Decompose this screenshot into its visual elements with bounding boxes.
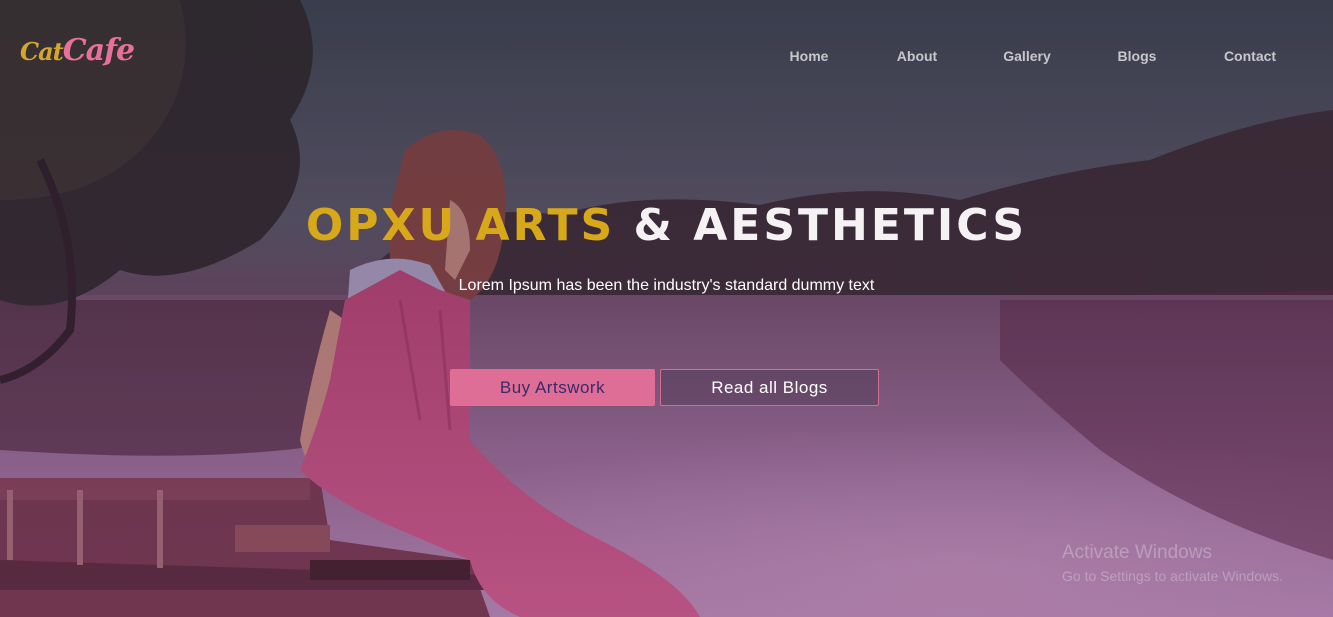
- nav-link-gallery[interactable]: Gallery: [995, 48, 1059, 64]
- activate-windows-watermark: Activate Windows Go to Settings to activ…: [1062, 542, 1283, 584]
- main-nav: Home About Gallery Blogs Contact: [779, 48, 1285, 64]
- nav-link-contact[interactable]: Contact: [1215, 48, 1285, 64]
- logo-text-cafe: Cafe: [62, 33, 135, 68]
- hero-overlay: [0, 0, 1333, 617]
- nav-link-about[interactable]: About: [887, 48, 947, 64]
- watermark-subtitle: Go to Settings to activate Windows.: [1062, 568, 1283, 584]
- read-all-blogs-button[interactable]: Read all Blogs: [660, 369, 879, 406]
- nav-link-blogs[interactable]: Blogs: [1107, 48, 1167, 64]
- hero-section: CatCafe Home About Gallery Blogs Contact…: [0, 0, 1333, 617]
- buy-artwork-button[interactable]: Buy Artswork: [450, 369, 655, 406]
- hero-subtitle: Lorem Ipsum has been the industry's stan…: [458, 277, 875, 294]
- site-logo[interactable]: CatCafe: [20, 33, 135, 68]
- hero-headline: OPXU ARTS & AESTHETICS: [0, 200, 1333, 252]
- watermark-title: Activate Windows: [1062, 542, 1212, 563]
- nav-link-home[interactable]: Home: [779, 48, 839, 64]
- headline-rest: & AESTHETICS: [633, 200, 1028, 251]
- headline-accent: OPXU ARTS: [305, 200, 616, 251]
- logo-text-cat: Cat: [20, 37, 64, 66]
